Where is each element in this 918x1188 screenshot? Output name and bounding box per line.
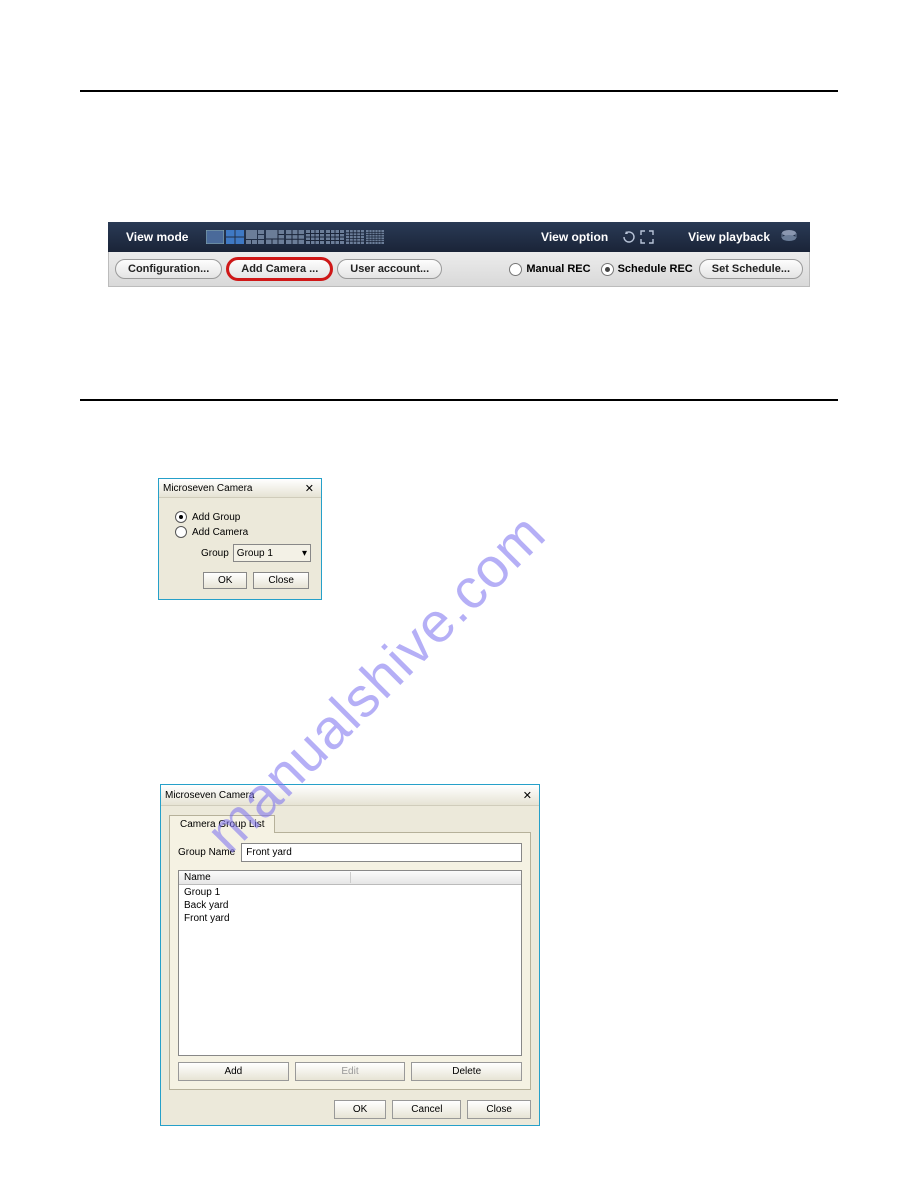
ok-button[interactable]: OK bbox=[203, 572, 247, 589]
tab-panel: Group Name Name Group 1 Back yard Front … bbox=[169, 832, 531, 1090]
grid-1x1-icon[interactable] bbox=[206, 230, 224, 244]
add-group-label: Add Group bbox=[192, 512, 240, 523]
fullscreen-icon[interactable] bbox=[640, 230, 654, 244]
grid-4x4-icon[interactable] bbox=[326, 230, 344, 244]
group-select[interactable]: Group 1 ▾ bbox=[233, 544, 311, 562]
group-name-label: Group Name bbox=[178, 847, 235, 858]
group-select-value: Group 1 bbox=[237, 548, 273, 559]
grid-5x5-icon[interactable] bbox=[346, 230, 364, 244]
view-mode-grid-icons[interactable] bbox=[200, 230, 384, 244]
grid-1plus7-icon[interactable] bbox=[266, 230, 284, 244]
page-top-rule bbox=[80, 90, 838, 92]
toolbar-bottom: Configuration... Add Camera ... User acc… bbox=[108, 252, 810, 287]
user-account-button[interactable]: User account... bbox=[337, 259, 442, 279]
list-item[interactable]: Group 1 bbox=[184, 886, 516, 899]
add-camera-radio[interactable]: Add Camera bbox=[175, 526, 311, 538]
manual-rec-label: Manual REC bbox=[526, 263, 590, 275]
manual-rec-radio[interactable]: Manual REC bbox=[509, 263, 590, 276]
configuration-button[interactable]: Configuration... bbox=[115, 259, 222, 279]
radio-checked-icon bbox=[601, 263, 614, 276]
ok-button[interactable]: OK bbox=[334, 1100, 386, 1119]
chevron-down-icon: ▾ bbox=[302, 548, 307, 559]
schedule-rec-label: Schedule REC bbox=[618, 263, 693, 275]
schedule-rec-radio[interactable]: Schedule REC bbox=[601, 263, 693, 276]
delete-button[interactable]: Delete bbox=[411, 1062, 522, 1081]
grid-1plus12-icon[interactable] bbox=[306, 230, 324, 244]
close-icon[interactable]: ✕ bbox=[302, 482, 317, 495]
grid-3x3-icon[interactable] bbox=[286, 230, 304, 244]
add-group-radio[interactable]: Add Group bbox=[175, 511, 311, 523]
list-item[interactable]: Back yard bbox=[184, 899, 516, 912]
radio-unchecked-icon bbox=[509, 263, 522, 276]
set-schedule-button[interactable]: Set Schedule... bbox=[699, 259, 803, 279]
tab-camera-group-list[interactable]: Camera Group List bbox=[169, 815, 275, 833]
group-name-input[interactable] bbox=[241, 843, 522, 862]
grid-1plus5-icon[interactable] bbox=[246, 230, 264, 244]
close-button[interactable]: Close bbox=[467, 1100, 531, 1119]
add-camera-label: Add Camera bbox=[192, 527, 248, 538]
close-button[interactable]: Close bbox=[253, 572, 309, 589]
grid-2x2-icon[interactable] bbox=[226, 230, 244, 244]
add-camera-button[interactable]: Add Camera ... bbox=[228, 259, 331, 279]
rotate-icon[interactable] bbox=[622, 230, 636, 244]
dialog-title: Microseven Camera bbox=[165, 790, 520, 801]
add-button[interactable]: Add bbox=[178, 1062, 289, 1081]
radio-unchecked-icon bbox=[175, 526, 187, 538]
cancel-button[interactable]: Cancel bbox=[392, 1100, 461, 1119]
add-camera-dialog-small: Microseven Camera ✕ Add Group Add Camera… bbox=[158, 478, 322, 600]
group-name-list[interactable]: Name Group 1 Back yard Front yard bbox=[178, 870, 522, 1056]
view-playback-label: View playback bbox=[662, 230, 776, 244]
playback-icon[interactable] bbox=[776, 229, 810, 246]
view-mode-label: View mode bbox=[108, 230, 200, 244]
close-icon[interactable]: ✕ bbox=[520, 789, 535, 802]
list-item[interactable]: Front yard bbox=[184, 912, 516, 925]
dialog-titlebar: Microseven Camera ✕ bbox=[159, 479, 321, 498]
toolbar-top: View mode View option View playback bbox=[108, 222, 810, 252]
radio-checked-icon bbox=[175, 511, 187, 523]
toolbar: View mode View option View playback Conf… bbox=[108, 222, 810, 287]
grid-6x6-icon[interactable] bbox=[366, 230, 384, 244]
edit-button[interactable]: Edit bbox=[295, 1062, 406, 1081]
dialog-titlebar: Microseven Camera ✕ bbox=[161, 785, 539, 806]
group-label: Group bbox=[201, 548, 229, 559]
list-column-name: Name bbox=[184, 872, 350, 883]
view-option-label: View option bbox=[541, 230, 614, 244]
camera-group-dialog: Microseven Camera ✕ Camera Group List Gr… bbox=[160, 784, 540, 1126]
dialog-title: Microseven Camera bbox=[163, 483, 302, 494]
